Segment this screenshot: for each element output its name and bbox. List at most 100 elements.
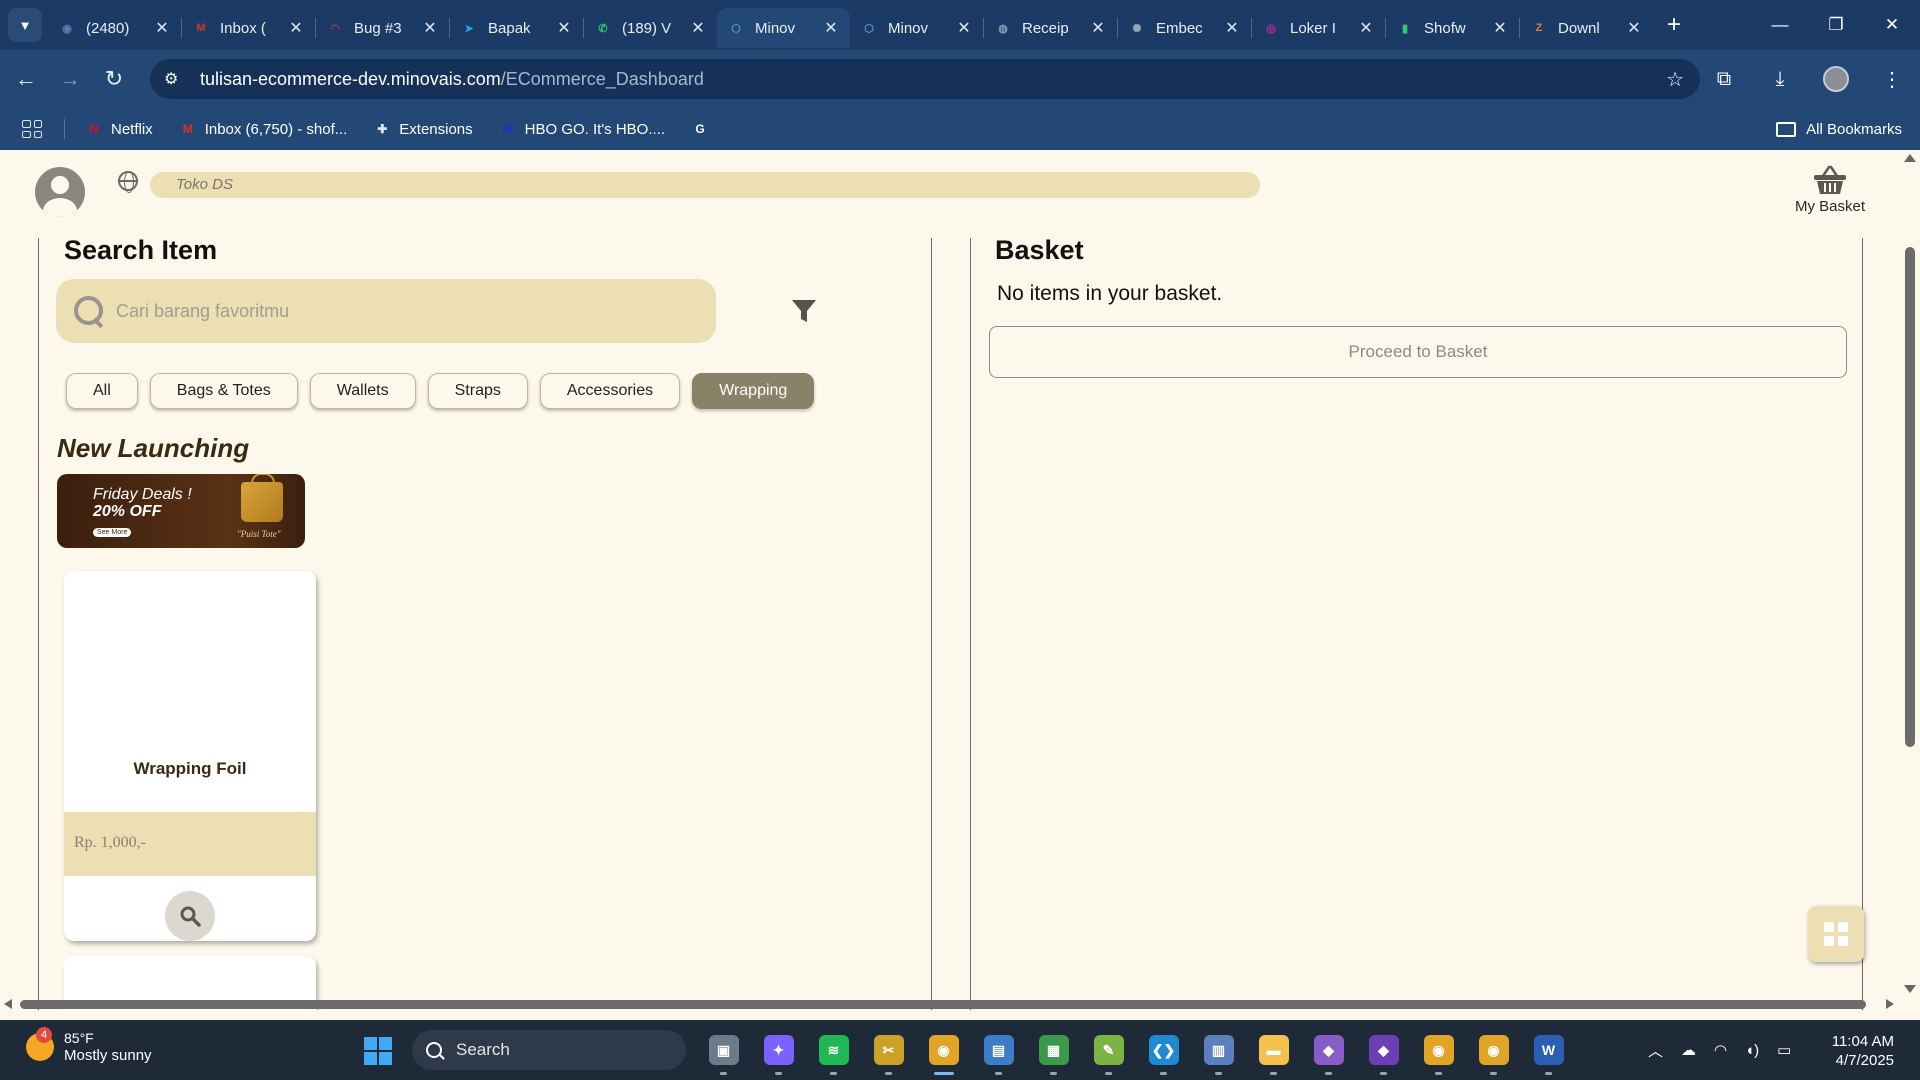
- close-tab-icon[interactable]: ✕: [421, 18, 439, 38]
- close-tab-icon[interactable]: ✕: [1625, 18, 1643, 38]
- address-bar[interactable]: ⚙ tulisan-ecommerce-dev.minovais.com/ECo…: [150, 59, 1700, 99]
- category-chip-wrapping[interactable]: Wrapping: [692, 373, 815, 409]
- browser-tab[interactable]: ✺ Embec ✕: [1118, 8, 1251, 48]
- globe-icon[interactable]: [118, 171, 138, 193]
- taskbar-app[interactable]: ◆: [1356, 1020, 1411, 1080]
- browser-tab[interactable]: ◍ Receip ✕: [984, 8, 1117, 48]
- category-chip-bags-totes[interactable]: Bags & Totes: [149, 373, 298, 409]
- weather-widget[interactable]: 4 85°F Mostly sunny: [26, 1027, 152, 1064]
- browser-tab[interactable]: ◉ (2480) ✕: [48, 8, 181, 48]
- search-input[interactable]: [116, 300, 676, 322]
- onedrive-icon[interactable]: ☁: [1681, 1041, 1696, 1059]
- horizontal-scrollbar[interactable]: [0, 998, 1900, 1010]
- category-chip-accessories[interactable]: Accessories: [539, 373, 681, 409]
- downloads-icon[interactable]: ⤓: [1752, 68, 1808, 91]
- view-product-button[interactable]: [165, 891, 215, 941]
- tab-search-button[interactable]: ▼: [8, 8, 42, 42]
- extensions-icon[interactable]: ⧉: [1696, 68, 1752, 91]
- browser-tab[interactable]: ⬡ Minov ✕: [850, 8, 983, 48]
- back-icon[interactable]: ←: [8, 61, 44, 97]
- new-tab-button[interactable]: +: [1667, 11, 1681, 39]
- category-chip-all[interactable]: All: [66, 373, 138, 409]
- scroll-left-icon[interactable]: [4, 999, 12, 1009]
- horizontal-scroll-thumb[interactable]: [20, 1000, 1866, 1009]
- taskbar-app[interactable]: ✂: [861, 1020, 916, 1080]
- product-card[interactable]: Wrapping Foil Rp. 1,000,-: [64, 571, 316, 941]
- user-avatar[interactable]: [35, 167, 85, 217]
- volume-icon[interactable]: ◖): [1745, 1042, 1759, 1059]
- all-bookmarks-button[interactable]: All Bookmarks: [1776, 108, 1902, 150]
- close-tab-icon[interactable]: ✕: [287, 18, 305, 38]
- windows-start-icon[interactable]: [364, 1037, 392, 1065]
- search-box[interactable]: [56, 279, 716, 343]
- taskbar-app[interactable]: ✎: [1081, 1020, 1136, 1080]
- taskbar-app[interactable]: ◉: [916, 1020, 971, 1080]
- category-chip-straps[interactable]: Straps: [427, 373, 528, 409]
- scroll-right-icon[interactable]: [1886, 999, 1894, 1009]
- browser-tab[interactable]: ⬡ Minov ✕: [717, 8, 850, 48]
- close-window-icon[interactable]: ✕: [1864, 0, 1920, 50]
- taskbar-app[interactable]: ◉: [1466, 1020, 1521, 1080]
- filter-icon[interactable]: [791, 298, 817, 324]
- close-tab-icon[interactable]: ✕: [1223, 18, 1241, 38]
- browser-tab[interactable]: M Inbox (✕: [182, 8, 315, 48]
- browser-tab[interactable]: ➤ Bapak ✕: [450, 8, 583, 48]
- store-name-field[interactable]: Toko DS: [150, 172, 1260, 198]
- taskbar-app[interactable]: W: [1521, 1020, 1576, 1080]
- close-tab-icon[interactable]: ✕: [1491, 18, 1509, 38]
- apps-grid-icon[interactable]: [22, 120, 42, 138]
- bookmark-item[interactable]: G: [691, 120, 717, 138]
- bookmark-item[interactable]: M Inbox (6,750) - shof...: [179, 120, 348, 138]
- taskbar-clock[interactable]: 11:04 AM 4/7/2025: [1826, 1032, 1894, 1070]
- site-info-icon[interactable]: ⚙: [164, 69, 190, 89]
- reload-icon[interactable]: ↻: [96, 61, 132, 97]
- close-tab-icon[interactable]: ✕: [822, 18, 840, 38]
- bookmark-item[interactable]: ✚ Extensions: [373, 120, 472, 138]
- close-tab-icon[interactable]: ✕: [955, 18, 973, 38]
- proceed-to-basket-button[interactable]: Proceed to Basket: [989, 326, 1847, 378]
- taskbar-app[interactable]: ▥: [1191, 1020, 1246, 1080]
- browser-tab[interactable]: ✆ (189) V ✕: [584, 8, 717, 48]
- banner-see-more-button[interactable]: See More: [93, 528, 132, 537]
- close-tab-icon[interactable]: ✕: [555, 18, 573, 38]
- category-chip-wallets[interactable]: Wallets: [309, 373, 416, 409]
- url-text[interactable]: tulisan-ecommerce-dev.minovais.com/EComm…: [200, 69, 704, 90]
- taskbar-app[interactable]: ≋: [806, 1020, 861, 1080]
- browser-tab[interactable]: ◎ Loker I ✕: [1252, 8, 1385, 48]
- promo-banner[interactable]: Friday Deals ! 20% OFF See More "Puisi T…: [57, 474, 305, 548]
- taskbar-app[interactable]: ✦: [751, 1020, 806, 1080]
- my-basket-button[interactable]: My Basket: [1780, 164, 1880, 226]
- taskbar-app[interactable]: ▬: [1246, 1020, 1301, 1080]
- scroll-down-icon[interactable]: [1904, 985, 1916, 993]
- wifi-icon[interactable]: ◠: [1714, 1041, 1727, 1059]
- browser-tab[interactable]: Z Downl ✕: [1520, 8, 1653, 48]
- close-tab-icon[interactable]: ✕: [1089, 18, 1107, 38]
- forward-icon[interactable]: →: [52, 61, 88, 97]
- bookmark-item[interactable]: N Netflix: [85, 120, 153, 138]
- taskbar-app[interactable]: ▤: [971, 1020, 1026, 1080]
- taskbar-app[interactable]: ◆: [1301, 1020, 1356, 1080]
- minimize-icon[interactable]: —: [1752, 0, 1808, 50]
- browser-tab[interactable]: ▮ Shofw ✕: [1386, 8, 1519, 48]
- battery-icon[interactable]: ▭: [1777, 1041, 1791, 1059]
- vertical-scrollbar[interactable]: [1900, 150, 1920, 1010]
- scroll-up-icon[interactable]: [1904, 154, 1916, 162]
- vertical-scroll-thumb[interactable]: [1905, 247, 1915, 747]
- taskbar-app[interactable]: ❮❯: [1136, 1020, 1191, 1080]
- close-tab-icon[interactable]: ✕: [153, 18, 171, 38]
- tray-chevron-icon[interactable]: ︿: [1648, 1040, 1663, 1061]
- close-tab-icon[interactable]: ✕: [1357, 18, 1375, 38]
- grid-menu-button[interactable]: [1808, 906, 1864, 962]
- close-tab-icon[interactable]: ✕: [689, 18, 707, 38]
- restore-icon[interactable]: ❐: [1808, 0, 1864, 50]
- taskbar-app[interactable]: ▦: [1026, 1020, 1081, 1080]
- taskbar-app[interactable]: ◉: [1411, 1020, 1466, 1080]
- taskbar-search[interactable]: Search: [412, 1030, 686, 1070]
- taskbar-app[interactable]: ▣: [696, 1020, 751, 1080]
- tab-title: Shofw: [1424, 19, 1466, 37]
- browser-tab[interactable]: ◠ Bug #3 ✕: [316, 8, 449, 48]
- bookmark-star-icon[interactable]: ☆: [1666, 67, 1684, 92]
- bookmark-item[interactable]: m HBO GO. It's HBO....: [499, 120, 665, 138]
- browser-menu-icon[interactable]: ⋮: [1864, 67, 1920, 92]
- profile-avatar[interactable]: [1808, 66, 1864, 92]
